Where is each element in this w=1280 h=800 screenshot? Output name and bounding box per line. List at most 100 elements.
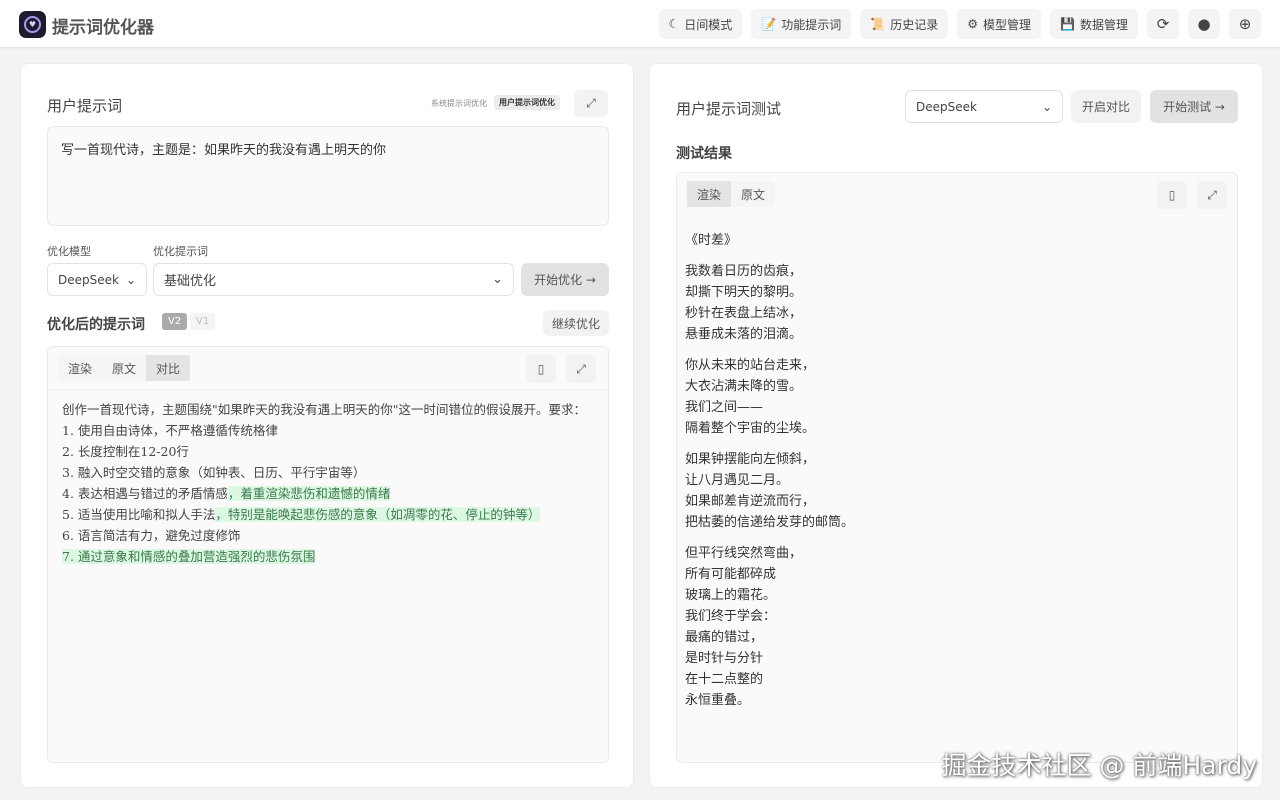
requirement-item: 4. 表达相遇与错过的矛盾情感，着重渲染悲伤和遗憾的情绪 [62, 483, 598, 504]
poem-line: 玻璃上的霜花。 [685, 588, 777, 603]
poem-line: 却撕下明天的黎明。 [685, 285, 803, 300]
moon-icon: ☾ [668, 17, 680, 31]
item-text: 1. 使用自由诗体，不严格遵循传统格律 [62, 423, 278, 438]
theme-toggle-button[interactable]: ☾ 日间模式 [658, 9, 743, 39]
watermark: 掘金技术社区 @ 前端Hardy [941, 751, 1257, 780]
gear-icon: ⚙ [967, 17, 979, 31]
poem-stanza: 如果钟摆能向左倾斜， 让八月遇见二月。 如果邮差肯逆流而行， 把枯萎的信递给发芽的邮筒… [685, 449, 854, 533]
scroll-icon: 📜 [870, 17, 886, 31]
pencil-icon: 📝 [761, 17, 777, 31]
optimize-template-select[interactable]: 基础优化 ⌄ [153, 263, 514, 296]
copy-icon[interactable]: ▯ [526, 355, 556, 383]
nav-label: 历史记录 [890, 17, 939, 32]
poem-line: 我们终于学会： [685, 609, 777, 624]
chevron-down-icon: ⌄ [1041, 99, 1052, 114]
function-prompts-button[interactable]: 📝 功能提示词 [751, 9, 852, 39]
select-value: DeepSeek [58, 272, 119, 287]
select-value: DeepSeek [916, 99, 977, 114]
tab-render[interactable]: 渲染 [58, 355, 102, 381]
top-bar: ♥ 提示词优化器 ☾ 日间模式 📝 功能提示词 📜 历史记录 ⚙ 模型管理 💾 数据管理 … [0, 0, 1280, 48]
tab-source[interactable]: 原文 [102, 355, 146, 381]
github-icon[interactable]: ● [1188, 9, 1220, 39]
poem-line: 我们之间—— [685, 400, 764, 415]
poem-line: 隔着整个宇宙的尘埃。 [685, 421, 816, 436]
floppy-icon: 💾 [1060, 17, 1075, 31]
added-text-highlight: ，着重渲染悲伤和遗憾的情绪 [227, 486, 391, 501]
poem-line: 如果邮差肯逆流而行， [685, 494, 816, 509]
tab-source[interactable]: 原文 [731, 181, 775, 207]
prompt-intro: 创作一首现代诗，主题围绕"如果昨天的我没有遇上明天的你"这一时间错位的假设展开。… [62, 402, 587, 417]
enable-compare-button[interactable]: 开启对比 [1071, 90, 1141, 123]
item-text: 6. 语言简洁有力，避免过度修饰 [62, 528, 241, 543]
start-optimize-button[interactable]: 开始优化 → [521, 263, 609, 296]
tab-render[interactable]: 渲染 [687, 181, 732, 207]
poem-stanza: 你从未来的站台走来， 大衣沾满未降的雪。 我们之间—— 隔着整个宇宙的尘埃。 [685, 355, 854, 439]
fullscreen-icon[interactable]: ⤢ [566, 355, 596, 383]
poem-line: 秒针在表盘上结冰， [685, 306, 803, 321]
chevron-down-icon: ⌄ [492, 272, 503, 287]
version-v1-tab[interactable]: V1 [190, 313, 216, 330]
chevron-down-icon: ⌄ [125, 272, 136, 287]
poem-line: 你从未来的站台走来， [685, 358, 816, 373]
poem-line: 但平行线突然弯曲， [685, 546, 803, 561]
user-prompt-title: 用户提示词 [47, 97, 123, 115]
poem-output: 《时差》 我数着日历的齿痕， 却撕下明天的黎明。 秒针在表盘上结冰， 悬垂成未落的泪滴… [685, 230, 854, 721]
poem-line: 所有可能都碎成 [685, 567, 777, 582]
nav-label: 功能提示词 [781, 17, 842, 32]
added-text-highlight: ，特别是能唤起悲伤感的意象（如凋零的花、停止的钟等） [215, 507, 541, 522]
continue-optimize-button[interactable]: 继续优化 [543, 310, 609, 336]
test-title: 用户提示词测试 [676, 100, 782, 118]
system-prompt-mode-tab[interactable]: 系统提示词优化 [431, 98, 487, 109]
requirement-item: 2. 长度控制在12-20行 [62, 441, 598, 462]
view-tabs: 渲染 原文 [687, 181, 776, 207]
view-tabs: 渲染 原文 对比 [58, 355, 191, 381]
nav-label: 日间模式 [684, 17, 733, 32]
poem-stanza: 我数着日历的齿痕， 却撕下明天的黎明。 秒针在表盘上结冰， 悬垂成未落的泪滴。 [685, 261, 854, 345]
data-management-button[interactable]: 💾 数据管理 [1050, 9, 1138, 39]
requirement-item: 7. 通过意象和情感的叠加营造强烈的悲伤氛围 [62, 546, 598, 567]
tab-compare[interactable]: 对比 [146, 355, 191, 381]
poem-line: 是时针与分针 [685, 651, 764, 666]
globe-icon[interactable]: ⊕ [1229, 9, 1261, 39]
select-value: 基础优化 [164, 274, 217, 289]
requirement-item: 3. 融入时空交错的意象（如钟表、日历、平行宇宙等） [62, 462, 598, 483]
fullscreen-icon[interactable]: ⤢ [1197, 181, 1227, 209]
item-text: 3. 融入时空交错的意象（如钟表、日历、平行宇宙等） [62, 465, 366, 480]
poem-line: 大衣沾满未降的雪。 [685, 379, 803, 394]
model-label: 优化模型 [47, 245, 91, 258]
compare-content: 创作一首现代诗，主题围绕"如果昨天的我没有遇上明天的你"这一时间错位的假设展开。… [62, 399, 598, 567]
item-text: 4. 表达相遇与错过的矛盾情感 [62, 486, 228, 501]
optimize-model-select[interactable]: DeepSeek ⌄ [47, 263, 147, 296]
poem-line: 让八月遇见二月。 [685, 473, 790, 488]
poem-line: 悬垂成未落的泪滴。 [685, 327, 803, 342]
item-text: 2. 长度控制在12-20行 [62, 444, 189, 459]
poem-line: 如果钟摆能向左倾斜， [685, 452, 816, 467]
copy-icon[interactable]: ▯ [1157, 181, 1187, 209]
model-management-button[interactable]: ⚙ 模型管理 [957, 9, 1042, 39]
added-text-highlight: 7. 通过意象和情感的叠加营造强烈的悲伤氛围 [62, 549, 316, 564]
prompt-optimizer-panel: 用户提示词 系统提示词优化 用户提示词优化 ⤢ 写一首现代诗，主题是：如果昨天的… [20, 63, 634, 788]
refresh-icon[interactable]: ⟳ [1147, 9, 1179, 39]
user-prompt-input[interactable]: 写一首现代诗，主题是：如果昨天的我没有遇上明天的你 [47, 126, 609, 226]
start-test-button[interactable]: 开始测试 → [1150, 90, 1238, 123]
poem-line: 永恒重叠。 [685, 693, 751, 708]
poem-line: 最痛的错过， [685, 630, 764, 645]
poem-title: 《时差》 [685, 233, 738, 248]
fullscreen-icon[interactable]: ⤢ [574, 90, 608, 117]
requirement-item: 5. 适当使用比喻和拟人手法，特别是能唤起悲伤感的意象（如凋零的花、停止的钟等） [62, 504, 598, 525]
optimized-prompt-title: 优化后的提示词 [47, 317, 145, 333]
nav-label: 数据管理 [1079, 17, 1128, 32]
poem-line: 我数着日历的齿痕， [685, 264, 803, 279]
optimized-prompt-box: 渲染 原文 对比 ▯ ⤢ 创作一首现代诗，主题围绕"如果昨天的我没有遇上明天的你… [47, 346, 609, 763]
poem-stanza: 但平行线突然弯曲， 所有可能都碎成 玻璃上的霜花。 我们终于学会： 最痛的错过， 是时针与… [685, 543, 854, 711]
template-label: 优化提示词 [153, 245, 208, 258]
requirement-item: 1. 使用自由诗体，不严格遵循传统格律 [62, 420, 598, 441]
version-v2-tab[interactable]: V2 [162, 313, 188, 330]
top-nav: ☾ 日间模式 📝 功能提示词 📜 历史记录 ⚙ 模型管理 💾 数据管理 ⟳ ● ⊕ [658, 9, 1261, 39]
history-button[interactable]: 📜 历史记录 [860, 9, 949, 39]
user-prompt-mode-tab[interactable]: 用户提示词优化 [494, 95, 560, 110]
requirement-item: 6. 语言简洁有力，避免过度修饰 [62, 525, 598, 546]
poem-line: 在十二点整的 [685, 672, 764, 687]
nav-label: 模型管理 [983, 17, 1032, 32]
test-model-select[interactable]: DeepSeek ⌄ [905, 90, 1063, 123]
